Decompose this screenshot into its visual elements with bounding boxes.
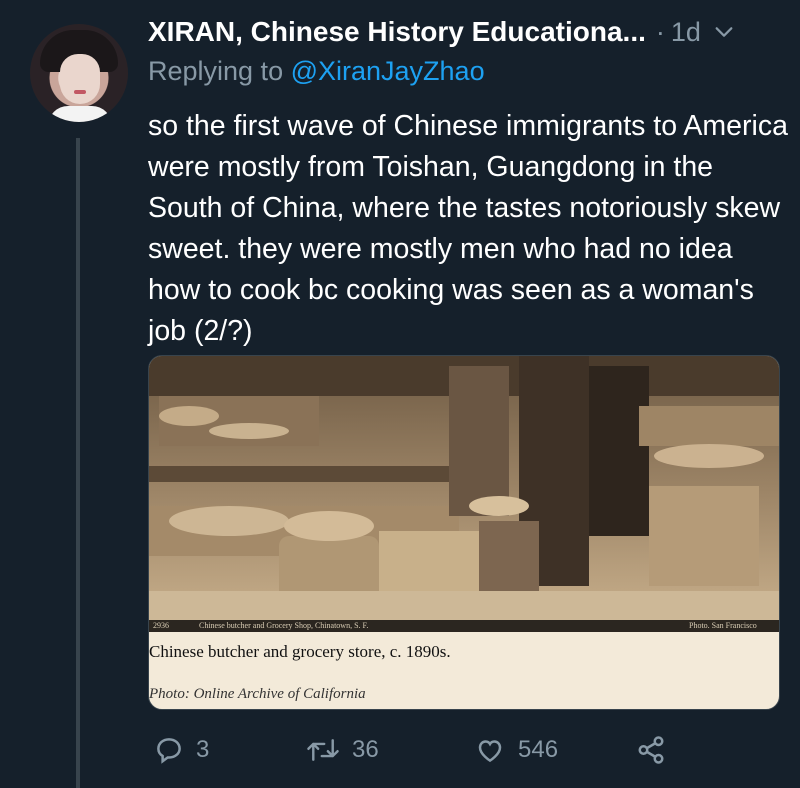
reply-button[interactable]: 3: [154, 728, 209, 772]
replying-to: Replying to @XiranJayZhao: [148, 56, 485, 87]
photo-caption: Chinese butcher and grocery store, c. 18…: [149, 642, 451, 661]
avatar[interactable]: [30, 24, 128, 122]
avatar-lips: [74, 90, 86, 94]
tweet-time[interactable]: 1d: [671, 17, 701, 48]
thread-line: [76, 138, 80, 788]
plate-credit: Photo. San Francisco: [689, 621, 757, 630]
replying-prefix: Replying to: [148, 56, 291, 86]
author-name[interactable]: XIRAN, Chinese History Educationa...: [148, 16, 646, 48]
retweet-count: 36: [352, 736, 379, 763]
like-icon: [478, 740, 502, 763]
replying-handle-link[interactable]: @XiranJayZhao: [291, 56, 485, 86]
chevron-down-icon[interactable]: [713, 21, 735, 43]
tweet-header: XIRAN, Chinese History Educationa... · 1…: [148, 12, 788, 52]
plate-number: 2936: [153, 621, 169, 630]
time-separator: ·: [655, 16, 665, 47]
plate-title: Chinese butcher and Grocery Shop, Chinat…: [199, 621, 369, 630]
avatar-shirt: [48, 106, 112, 122]
share-icon: [638, 736, 664, 764]
media-card[interactable]: 2936 Chinese butcher and Grocery Shop, C…: [148, 355, 780, 710]
like-count: 546: [518, 736, 559, 763]
retweet-button[interactable]: 36: [306, 728, 379, 772]
photo-credit: Photo: Online Archive of California: [149, 686, 366, 702]
tweet-text: so the first wave of Chinese immigrants …: [148, 110, 788, 347]
grocery-store-photo[interactable]: [149, 356, 779, 623]
photo-plate-strip: 2936 Chinese butcher and Grocery Shop, C…: [149, 620, 779, 632]
share-button[interactable]: [636, 728, 678, 772]
reply-icon: [157, 738, 181, 764]
reply-count: 3: [196, 736, 210, 763]
tweet-actions: 3 36 546: [148, 728, 708, 772]
like-button[interactable]: 546: [474, 728, 558, 772]
avatar-face: [60, 54, 100, 104]
retweet-icon: [307, 739, 339, 761]
